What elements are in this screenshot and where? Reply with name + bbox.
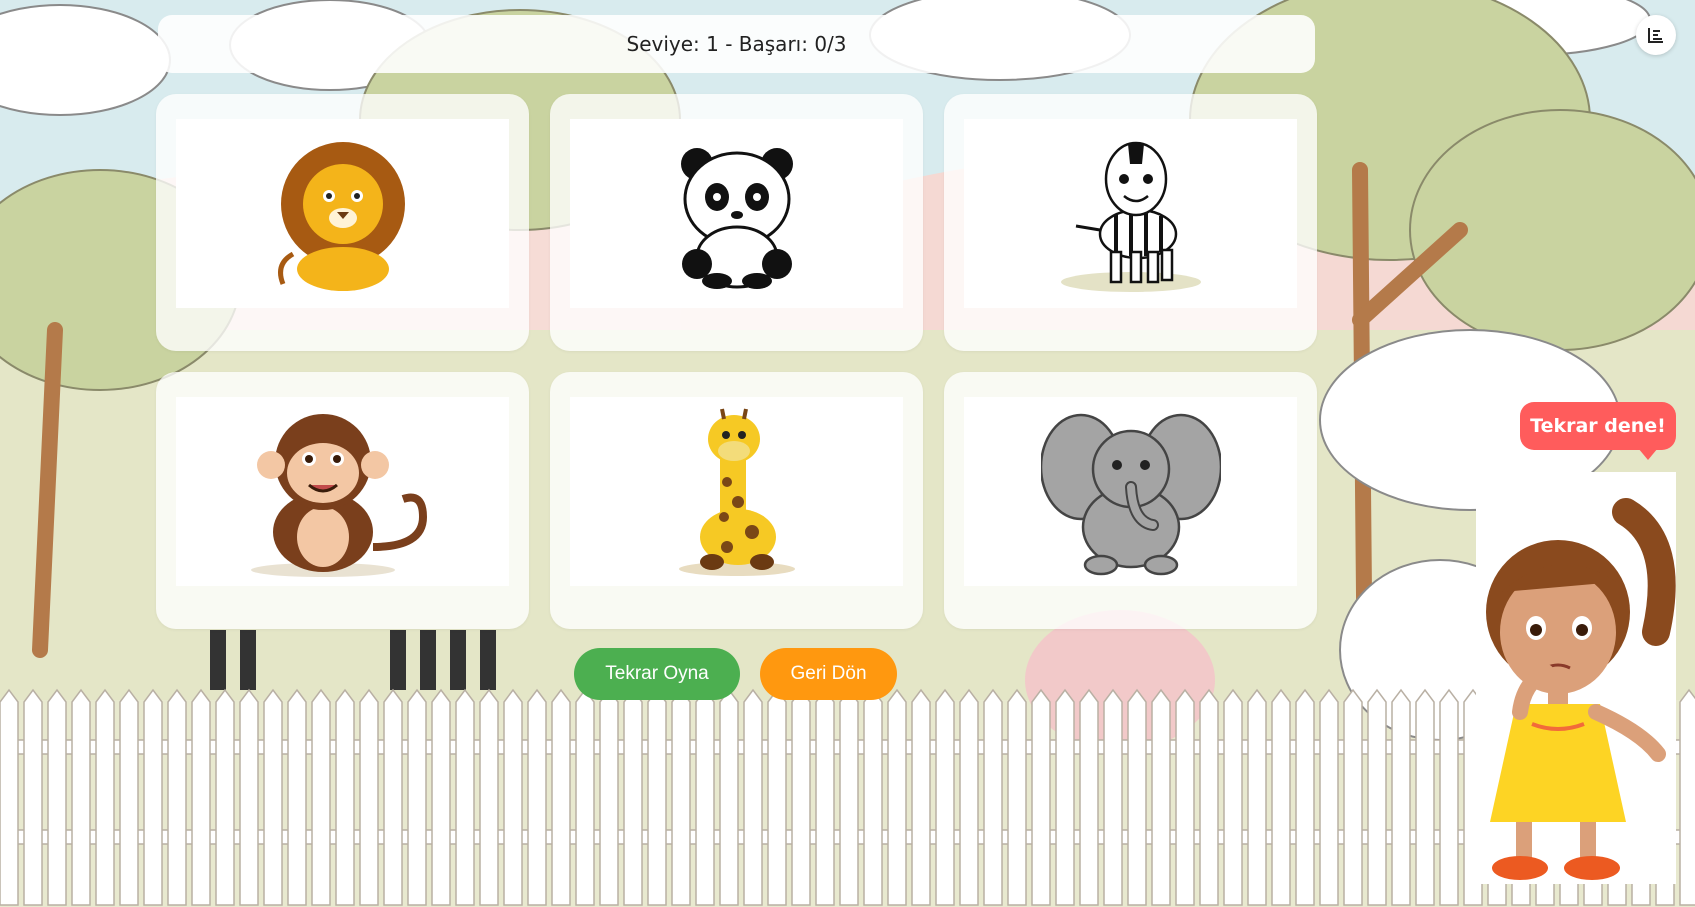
fence-picket [1103, 688, 1123, 906]
giraffe-icon [678, 408, 795, 576]
fence-picket [1343, 688, 1363, 906]
fence-picket [575, 688, 595, 906]
fence-picket [815, 688, 835, 906]
stats-button[interactable] [1636, 15, 1676, 55]
fence-picket [1295, 688, 1315, 906]
replay-button[interactable]: Tekrar Oyna [574, 648, 740, 700]
fence-picket [1391, 688, 1411, 906]
animal-card-monkey[interactable] [156, 372, 529, 629]
bar-chart-icon [1648, 28, 1663, 43]
fence-picket [1199, 688, 1219, 906]
fence-picket [119, 688, 139, 906]
animal-card-lion[interactable] [156, 94, 529, 351]
lion-icon [277, 141, 405, 291]
fence-picket [359, 688, 379, 906]
level-score-text: Seviye: 1 - Başarı: 0/3 [626, 32, 847, 56]
fence-picket [599, 688, 619, 906]
animal-image-frame [964, 397, 1297, 586]
fence-picket [1175, 688, 1195, 906]
fence-picket [1367, 688, 1387, 906]
fence-picket [71, 688, 91, 906]
fence-picket [383, 688, 403, 906]
bubble-tail [1638, 448, 1658, 460]
fence-picket [1271, 688, 1291, 906]
feedback-message: Tekrar dene! [1530, 415, 1666, 437]
fence-picket [1127, 688, 1147, 906]
fence-picket [503, 688, 523, 906]
fence-picket [0, 688, 19, 906]
fence-picket [239, 688, 259, 906]
fence-picket [647, 688, 667, 906]
fence-picket [791, 688, 811, 906]
fence-picket [911, 688, 931, 906]
fence-picket [311, 688, 331, 906]
fence-picket [1247, 688, 1267, 906]
fence-picket [623, 688, 643, 906]
fence-picket [1679, 688, 1695, 906]
fence-picket [1151, 688, 1171, 906]
fence-picket [455, 688, 475, 906]
fence-picket [1319, 688, 1339, 906]
fence-picket [551, 688, 571, 906]
fence-picket [1079, 688, 1099, 906]
fence-picket [695, 688, 715, 906]
animal-image-frame [964, 119, 1297, 308]
animal-image-frame [570, 397, 903, 586]
zebra-icon [1060, 141, 1201, 292]
panda-icon [680, 147, 793, 289]
fence-picket [95, 688, 115, 906]
fence-picket [959, 688, 979, 906]
fence-picket [767, 688, 787, 906]
fence-picket [863, 688, 883, 906]
fence-picket [215, 688, 235, 906]
character-panel [1476, 472, 1676, 884]
fence-picket [527, 688, 547, 906]
fence-picket [983, 688, 1003, 906]
status-bar: Seviye: 1 - Başarı: 0/3 [158, 15, 1315, 73]
animal-card-panda[interactable] [550, 94, 923, 351]
fence-picket [431, 688, 451, 906]
fence-picket [191, 688, 211, 906]
fence-picket [719, 688, 739, 906]
elephant-icon [1040, 413, 1221, 575]
fence-picket [143, 688, 163, 906]
thinking-girl-icon [1486, 498, 1676, 880]
fence-picket [887, 688, 907, 906]
fence-picket [935, 688, 955, 906]
fence-picket [335, 688, 355, 906]
animal-image-frame [176, 119, 509, 308]
animal-card-giraffe[interactable] [550, 372, 923, 629]
fence-picket [1055, 688, 1075, 906]
animal-card-elephant[interactable] [944, 372, 1317, 629]
feedback-bubble: Tekrar dene! [1520, 402, 1676, 450]
fence-picket [1007, 688, 1027, 906]
monkey-icon [250, 413, 427, 577]
fence-picket [167, 688, 187, 906]
animal-card-zebra[interactable] [944, 94, 1317, 351]
fence-picket [23, 688, 43, 906]
fence-picket [1439, 688, 1459, 906]
fence-picket [1031, 688, 1051, 906]
fence-picket [1223, 688, 1243, 906]
fence-picket [287, 688, 307, 906]
back-button[interactable]: Geri Dön [760, 648, 897, 700]
fence-picket [47, 688, 67, 906]
fence-picket [1415, 688, 1435, 906]
animal-image-frame [570, 119, 903, 308]
fence-picket [407, 688, 427, 906]
fence-picket [839, 688, 859, 906]
fence-picket [671, 688, 691, 906]
fence-picket [743, 688, 763, 906]
fence-picket [263, 688, 283, 906]
animal-image-frame [176, 397, 509, 586]
fence-picket [479, 688, 499, 906]
